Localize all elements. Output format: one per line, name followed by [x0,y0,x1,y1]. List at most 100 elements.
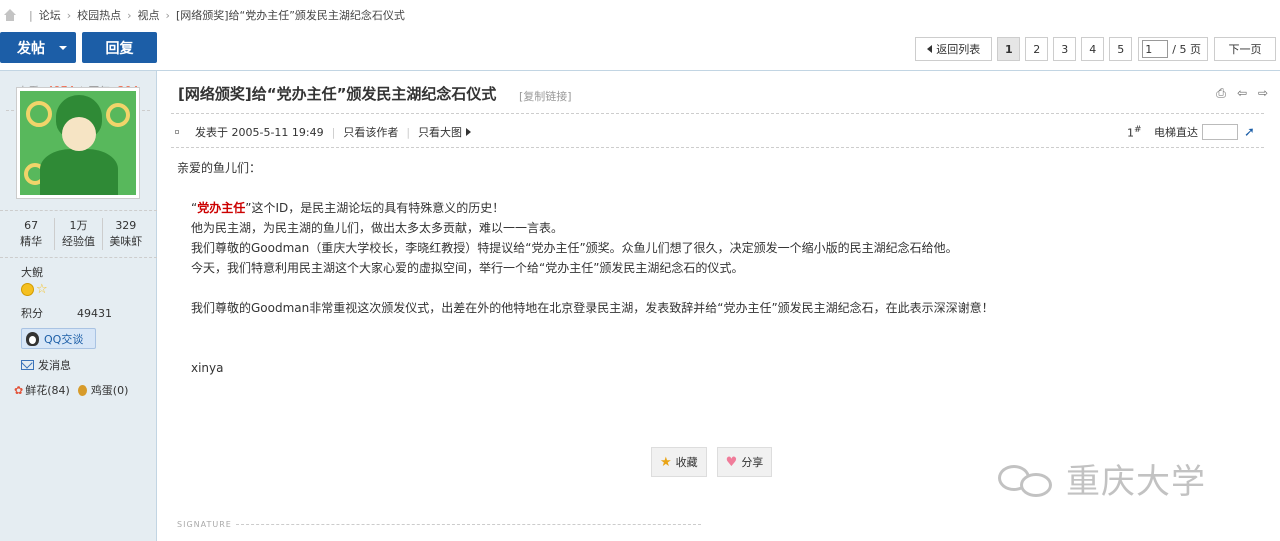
favorite-button[interactable]: ★ 收藏 [651,447,707,477]
page-4-button[interactable]: 4 [1081,37,1105,61]
page-2-button[interactable]: 2 [1025,37,1049,61]
page-number-input[interactable]: 1 [1142,40,1169,58]
breadcrumb-separator: › [66,8,72,22]
author-only-link[interactable]: 只看该作者 [343,124,398,140]
breadcrumb-viewpoint[interactable]: 视点 [138,7,160,23]
flowers-eggs: ✿ 鲜花(84) 鸡蛋(0) [14,382,128,398]
stat-label: 精华 [20,235,43,248]
stat-experience[interactable]: 1万 经验值 [54,218,101,250]
envelope-icon [21,360,34,370]
back-to-list-button[interactable]: 返回列表 [915,37,993,61]
online-status-icon [175,130,179,134]
qq-penguin-icon [26,331,39,346]
flower-icon: ✿ [14,383,24,397]
post-date: 发表于 2005-5-11 19:49 [195,126,324,139]
page-3-button[interactable]: 3 [1053,37,1077,61]
send-message-label: 发消息 [38,359,71,372]
heart-icon: ♥ [725,454,738,470]
post-paragraph: 今天，我们特意利用民主湖这个大家心爱的虚拟空间，举行一个给“党办主任”颁发民主湖… [191,261,744,275]
signature-label: SIGNATURE [177,520,232,529]
divider [171,147,1264,148]
total-pages-label: / 5 页 [1172,43,1201,56]
large-image-link[interactable]: 只看大图 [418,124,462,140]
author-stats: 67 精华 1万 经验值 329 美味虾 [0,210,157,258]
breadcrumb-forum[interactable]: 论坛 [39,7,61,23]
qq-chat-button[interactable]: QQ交谈 [21,328,96,349]
post-meta: 发表于 2005-5-11 19:49 | 只看该作者 | 只看大图 [175,124,472,140]
home-icon[interactable] [3,9,17,21]
page-jump: 1 / 5 页 [1138,37,1208,61]
post-actions: ★ 收藏 ♥ 分享 [651,447,782,477]
thread-title: [网络颁奖]给“党办主任”颁发民主湖纪念石仪式 [178,85,497,103]
watermark-text: 重庆大学 [1066,462,1206,502]
meta-separator: | [331,125,336,139]
back-to-list-label: 返回列表 [936,43,981,56]
watermark: 重庆大学 [994,454,1206,503]
signature-divider: SIGNATURE [177,520,701,529]
avatar[interactable] [16,87,140,199]
stat-digest[interactable]: 67 精华 [8,218,54,250]
rank-stars: ☆ [21,283,48,296]
go-icon[interactable]: ➚ [1244,125,1255,140]
breadcrumb-separator: › [127,8,132,22]
breadcrumb-separator: | [29,8,33,22]
previous-thread-icon[interactable]: ⇦ [1235,86,1249,100]
next-page-button[interactable]: 下一页 [1214,37,1276,61]
qq-chat-label: QQ交谈 [44,332,84,346]
floor-jump: 电梯直达 ➚ [1154,124,1255,140]
thread-tools: ⎙ ⇦ ⇨ [1207,86,1270,100]
credit-label: 积分 [21,307,43,320]
copy-link[interactable]: [复制链接] [519,88,572,104]
reply-button[interactable]: 回复 [82,32,157,63]
post-paragraph: “党办主任”这个ID，是民主湖论坛的具有特殊意义的历史！ [177,198,994,218]
share-label: 分享 [741,456,764,469]
flowers-count[interactable]: 鲜花(84) [25,382,70,398]
divider [171,113,1264,114]
next-thread-icon[interactable]: ⇨ [1256,86,1270,100]
stat-value: 67 [24,219,39,232]
post-paragraph: 我们尊敬的Goodman非常重视这次颁发仪式，出差在外的他特地在北京登录民主湖，… [191,301,994,315]
new-post-label: 发帖 [17,40,45,57]
eggs-count[interactable]: 鸡蛋(0) [91,382,129,398]
stat-value: 329 [115,219,137,232]
breadcrumb-separator: › [165,8,170,22]
star-icon: ★ [660,454,672,470]
post-greeting: 亲爱的鱼儿们： [177,161,262,175]
share-button[interactable]: ♥ 分享 [716,447,773,477]
chevron-down-icon [59,45,67,50]
stat-label: 经验值 [61,235,95,248]
page-1-button[interactable]: 1 [997,37,1021,61]
wechat-icon [994,459,1056,499]
arrow-left-icon [927,45,933,53]
breadcrumb-thread[interactable]: [网络颁奖]给“党办主任”颁发民主湖纪念石仪式 [176,7,405,23]
highlighted-id: 党办主任 [197,201,246,215]
stat-shrimp[interactable]: 329 美味虾 [101,218,149,250]
smile-icon [21,283,34,296]
post-paragraph: 他为民主湖，为民主湖的鱼儿们，做出太多太多贡献，难以一一言表。 [191,221,564,235]
user-rank: 大鲵 [21,266,43,279]
pagination: 返回列表 1 2 3 4 5 1 / 5 页 下一页 [910,37,1276,61]
credit-value: 49431 [77,307,112,320]
meta-separator: | [406,125,411,139]
print-icon[interactable]: ⎙ [1214,86,1228,100]
breadcrumb: | 论坛 › 校园热点 › 视点 › [网络颁奖]给“党办主任”颁发民主湖纪念石… [0,0,1280,30]
post-paragraph: 我们尊敬的Goodman（重庆大学校长，李晓红教授）特提议给“党办主任”颁奖。众… [191,241,958,255]
floor-jump-input[interactable] [1202,124,1238,140]
floor-number: 1# [1127,125,1142,140]
action-bar: 发帖 回复 返回列表 1 2 3 4 5 1 / 5 页 下一页 [0,31,1280,65]
stat-value: 1万 [69,219,88,232]
egg-icon [77,384,87,396]
page-5-button[interactable]: 5 [1109,37,1133,61]
favorite-label: 收藏 [675,456,698,469]
signature-line [235,524,701,525]
arrow-right-icon [466,128,472,136]
new-post-button[interactable]: 发帖 [0,32,76,63]
floor-jump-label: 电梯直达 [1154,126,1198,139]
star-icon: ☆ [36,282,48,297]
breadcrumb-campus-hot[interactable]: 校园热点 [77,7,121,23]
send-message-link[interactable]: 发消息 [21,357,71,373]
